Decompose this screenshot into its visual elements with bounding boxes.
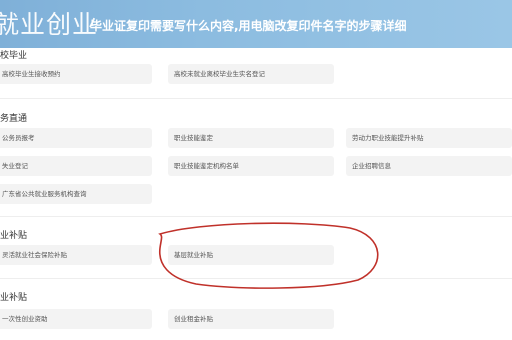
service-card-unemployed-registration[interactable]: 高校未就业离校毕业生实名登记 <box>168 64 334 84</box>
section-divider <box>0 216 512 217</box>
section-title-startup-subsidy: 业补贴 <box>0 293 28 303</box>
site-logo[interactable]: 就业创业 <box>0 5 98 41</box>
service-card-employment-agency-lookup[interactable]: 广东省公共就业服务机构查询 <box>0 184 152 204</box>
service-card-skill-appraisal[interactable]: 职业技能鉴定 <box>168 128 334 148</box>
section-title-graduates: 校毕业 <box>0 51 28 61</box>
section-title-employment-subsidy: 业补贴 <box>0 231 28 241</box>
service-card-job-postings[interactable]: 企业招聘信息 <box>346 156 512 176</box>
section-divider <box>0 98 512 99</box>
section-divider <box>0 278 512 279</box>
headline-banner: 毕业证复印需要写什么内容,用电脑改复印件名字的步骤详细 <box>90 19 407 33</box>
service-card-unemployment-registration[interactable]: 失业登记 <box>0 156 152 176</box>
page-header: 就业创业 毕业证复印需要写什么内容,用电脑改复印件名字的步骤详细 <box>0 0 512 48</box>
service-card-skill-upgrade-subsidy[interactable]: 劳动力职业技能提升补贴 <box>346 128 512 148</box>
service-card-appraisal-institution-list[interactable]: 职业技能鉴定机构名单 <box>168 156 334 176</box>
service-card-flexible-employment-insurance[interactable]: 灵活就业社会保险补贴 <box>0 245 152 265</box>
service-card-startup-rent-subsidy[interactable]: 创业租金补贴 <box>168 309 334 329</box>
section-title-direct-services: 务直通 <box>0 114 28 124</box>
service-card-civil-service-exam[interactable]: 公务员报考 <box>0 128 152 148</box>
service-card-graduate-booking[interactable]: 高校毕业生接收预约 <box>0 64 152 84</box>
service-card-startup-grant[interactable]: 一次性创业资助 <box>0 309 152 329</box>
service-card-grassroots-employment-subsidy[interactable]: 基层就业补贴 <box>168 245 334 265</box>
